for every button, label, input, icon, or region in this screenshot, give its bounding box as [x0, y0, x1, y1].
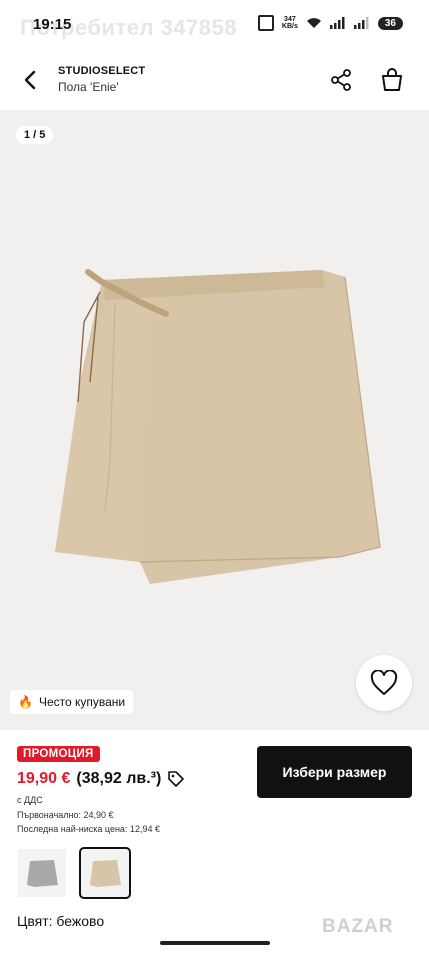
battery-indicator: 36	[377, 16, 403, 30]
often-bought-label: Често купувани	[38, 695, 126, 709]
original-price: Първоначално: 24,90 €	[17, 810, 114, 820]
clock: 19:15	[33, 16, 72, 33]
heart-icon	[370, 670, 398, 695]
shopping-bag-icon[interactable]	[378, 65, 406, 93]
gesture-bar[interactable]	[160, 941, 270, 945]
price-tag-info-icon[interactable]	[167, 770, 185, 788]
brand-name[interactable]: STUDIOSELECT	[58, 65, 145, 77]
favorite-button[interactable]	[356, 655, 412, 711]
choose-size-button[interactable]: Избери размер	[257, 746, 412, 798]
price-bgn: (38,92 лв.³)	[76, 770, 162, 787]
image-counter: 1 / 5	[16, 126, 54, 144]
bazar-watermark: BAZAR	[322, 916, 394, 937]
grey-skirt-thumbnail	[27, 860, 58, 887]
price-current: 19,90 €	[17, 770, 71, 787]
price-row: 19,90 € (38,92 лв.³)	[17, 770, 185, 788]
signal2-icon	[353, 17, 369, 29]
product-title: Пола 'Enie'	[58, 80, 119, 94]
wifi-icon	[306, 18, 321, 28]
signal-icon	[329, 17, 345, 29]
status-bar: Потребител 347858 19:15 347 KB/s 36	[0, 0, 429, 50]
often-bought-badge: 🔥 Често купувани	[10, 690, 134, 714]
nfc-icon	[257, 15, 274, 31]
back-arrow-icon[interactable]	[18, 67, 44, 93]
promo-badge: ПРОМОЦИЯ	[17, 746, 100, 762]
vat-note: с ДДС	[17, 795, 43, 805]
color-variant-beige[interactable]	[79, 847, 131, 899]
share-icon[interactable]	[328, 67, 354, 93]
product-image[interactable]	[40, 262, 390, 592]
net-speed: 347 KB/s	[281, 16, 298, 30]
color-label: Цвят: бежово	[17, 913, 105, 929]
beige-skirt-thumbnail	[90, 860, 121, 887]
fire-icon: 🔥	[18, 695, 33, 709]
status-icons: 347 KB/s 36	[257, 15, 403, 31]
lowest-price: Последна най-ниска цена: 12,94 €	[17, 824, 160, 834]
product-header: STUDIOSELECT Пола 'Enie'	[0, 50, 429, 110]
color-variant-grey[interactable]	[18, 849, 66, 897]
